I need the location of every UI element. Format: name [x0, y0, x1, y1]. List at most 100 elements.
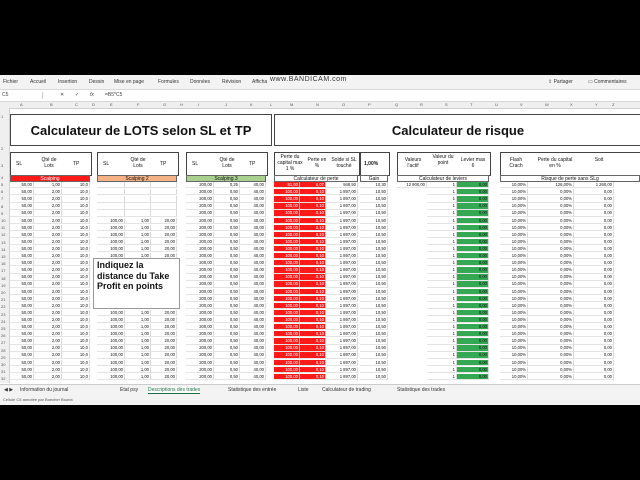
- grid-cell[interactable]: 1 897,00: [326, 373, 358, 381]
- grid-cell[interactable]: 0,00: [574, 217, 614, 224]
- grid-cell[interactable]: 10,50: [360, 309, 388, 317]
- grid-cell[interactable]: [125, 182, 151, 189]
- grid-cell[interactable]: 0,07: [300, 182, 326, 189]
- grid-cell[interactable]: 10,50: [360, 224, 388, 231]
- grid-cell[interactable]: 2,00: [34, 267, 62, 274]
- grid-cell[interactable]: 40,00: [240, 210, 266, 217]
- grid-cell[interactable]: 10,50: [360, 288, 388, 295]
- grid-cell[interactable]: 10,50: [360, 295, 388, 302]
- grid-cell[interactable]: 1 897,00: [326, 324, 358, 331]
- grid-cell[interactable]: 1,00: [125, 238, 151, 246]
- grid-cell[interactable]: [151, 196, 177, 203]
- grid-cell[interactable]: 0,00%: [528, 359, 574, 366]
- grid-cell[interactable]: 0,00: [574, 189, 614, 196]
- col-v[interactable]: V: [520, 102, 523, 107]
- row-header[interactable]: 15: [1, 254, 5, 259]
- col-f[interactable]: F: [137, 102, 139, 107]
- grid-cell[interactable]: 1: [427, 373, 457, 381]
- cancel-icon[interactable]: ✕: [60, 92, 64, 98]
- tab-dessin[interactable]: Dessin: [89, 79, 104, 85]
- grid-cell[interactable]: 1,00: [125, 373, 151, 381]
- grid-cell[interactable]: 10,00%: [500, 253, 528, 260]
- grid-cell[interactable]: 50,00: [10, 309, 34, 317]
- grid-cell[interactable]: 0,00: [574, 210, 614, 217]
- grid-cell[interactable]: 0,50: [214, 366, 240, 373]
- grid-cell[interactable]: 0,00: [457, 338, 489, 345]
- grid-cell[interactable]: 1 897,00: [326, 316, 358, 324]
- grid-cell[interactable]: 0,10: [300, 203, 326, 210]
- grid-cell[interactable]: 100,00: [274, 274, 300, 281]
- grid-cell[interactable]: 100,00: [274, 338, 300, 345]
- row-header[interactable]: 24: [1, 319, 5, 324]
- grid-cell[interactable]: 0,50: [214, 316, 240, 324]
- grid-cell[interactable]: 0,00: [457, 224, 489, 231]
- grid-cell[interactable]: 0,10: [300, 373, 326, 381]
- grid-cell[interactable]: 10,00%: [500, 324, 528, 331]
- grid-cell[interactable]: 0,00: [574, 324, 614, 331]
- grid-cell[interactable]: 10,0: [62, 253, 90, 260]
- col-p[interactable]: P: [368, 102, 371, 107]
- col-a[interactable]: A: [20, 102, 23, 107]
- grid-cell[interactable]: 10,50: [360, 203, 388, 210]
- grid-cell[interactable]: 0,50: [214, 324, 240, 331]
- grid-cell[interactable]: 100,00: [274, 352, 300, 359]
- grid-cell[interactable]: 1 897,00: [326, 189, 358, 196]
- grid-cell[interactable]: 40,00: [240, 231, 266, 239]
- col-m[interactable]: M: [290, 102, 293, 107]
- grid-cell[interactable]: 10,50: [360, 217, 388, 224]
- grid-cell[interactable]: 10,50: [360, 253, 388, 260]
- grid-cell[interactable]: 0,00%: [528, 267, 574, 274]
- grid-cell[interactable]: 10,0: [62, 182, 90, 189]
- grid-cell[interactable]: 0,10: [300, 253, 326, 260]
- grid-cell[interactable]: 0,10: [300, 302, 326, 310]
- col-q[interactable]: Q: [395, 102, 398, 107]
- grid-cell[interactable]: 0,10: [300, 345, 326, 352]
- grid-cell[interactable]: [151, 182, 177, 189]
- grid-cell[interactable]: 1 897,00: [326, 253, 358, 260]
- grid-cell[interactable]: 50,00: [10, 217, 34, 224]
- grid-cell[interactable]: 200,00: [186, 196, 214, 203]
- grid-cell[interactable]: 10,50: [360, 324, 388, 331]
- grid-cell[interactable]: 2,00: [34, 189, 62, 196]
- grid-cell[interactable]: 1,00: [125, 316, 151, 324]
- sheet-tab-stat-entree[interactable]: Statistique des entrée: [228, 387, 276, 393]
- row-header[interactable]: 2: [1, 146, 3, 151]
- grid-cell[interactable]: 10,0: [62, 345, 90, 352]
- tab-affichage[interactable]: Afficha: [252, 79, 267, 85]
- grid-cell[interactable]: 200,00: [186, 366, 214, 373]
- grid-cell[interactable]: 0,00: [574, 338, 614, 345]
- grid-cell[interactable]: 100,00: [274, 260, 300, 267]
- grid-cell[interactable]: 0,00: [457, 309, 489, 317]
- grid-cell[interactable]: 0,00: [457, 210, 489, 217]
- grid-cell[interactable]: 100,00: [97, 238, 125, 246]
- grid-cell[interactable]: 100,00: [274, 359, 300, 366]
- grid-cell[interactable]: 50,00: [10, 210, 34, 217]
- grid-cell[interactable]: 40,00: [240, 359, 266, 366]
- grid-cell[interactable]: 1,00: [34, 182, 62, 189]
- grid-cell[interactable]: 200,00: [186, 309, 214, 317]
- grid-cell[interactable]: 10,50: [360, 338, 388, 345]
- grid-cell[interactable]: 10,00%: [500, 210, 528, 217]
- row-header[interactable]: 30: [1, 362, 5, 367]
- grid-cell[interactable]: 40,00: [240, 267, 266, 274]
- grid-cell[interactable]: 0,00: [574, 302, 614, 310]
- grid-cell[interactable]: 2,00: [34, 281, 62, 288]
- grid-cell[interactable]: 40,00: [240, 182, 266, 189]
- name-box[interactable]: C5: [2, 92, 43, 99]
- grid-cell[interactable]: 0,00%: [528, 231, 574, 239]
- tab-mise-en-page[interactable]: Mise en page: [114, 79, 144, 85]
- grid-cell[interactable]: 0,00: [457, 281, 489, 288]
- grid-cell[interactable]: 1 897,00: [326, 331, 358, 338]
- grid-cell[interactable]: 0,00%: [528, 274, 574, 281]
- row-header[interactable]: 19: [1, 283, 5, 288]
- grid-cell[interactable]: 0,00: [457, 231, 489, 239]
- grid-cell[interactable]: 0,00: [574, 260, 614, 267]
- grid-cell[interactable]: 100,00: [274, 331, 300, 338]
- grid-cell[interactable]: 1: [427, 295, 457, 302]
- grid-cell[interactable]: 0,50: [214, 359, 240, 366]
- grid-cell[interactable]: 1 897,00: [326, 352, 358, 359]
- grid-cell[interactable]: 0,00: [457, 316, 489, 324]
- grid-cell[interactable]: 0,50: [214, 338, 240, 345]
- grid-cell[interactable]: 100,00: [97, 373, 125, 381]
- grid-cell[interactable]: 40,00: [240, 281, 266, 288]
